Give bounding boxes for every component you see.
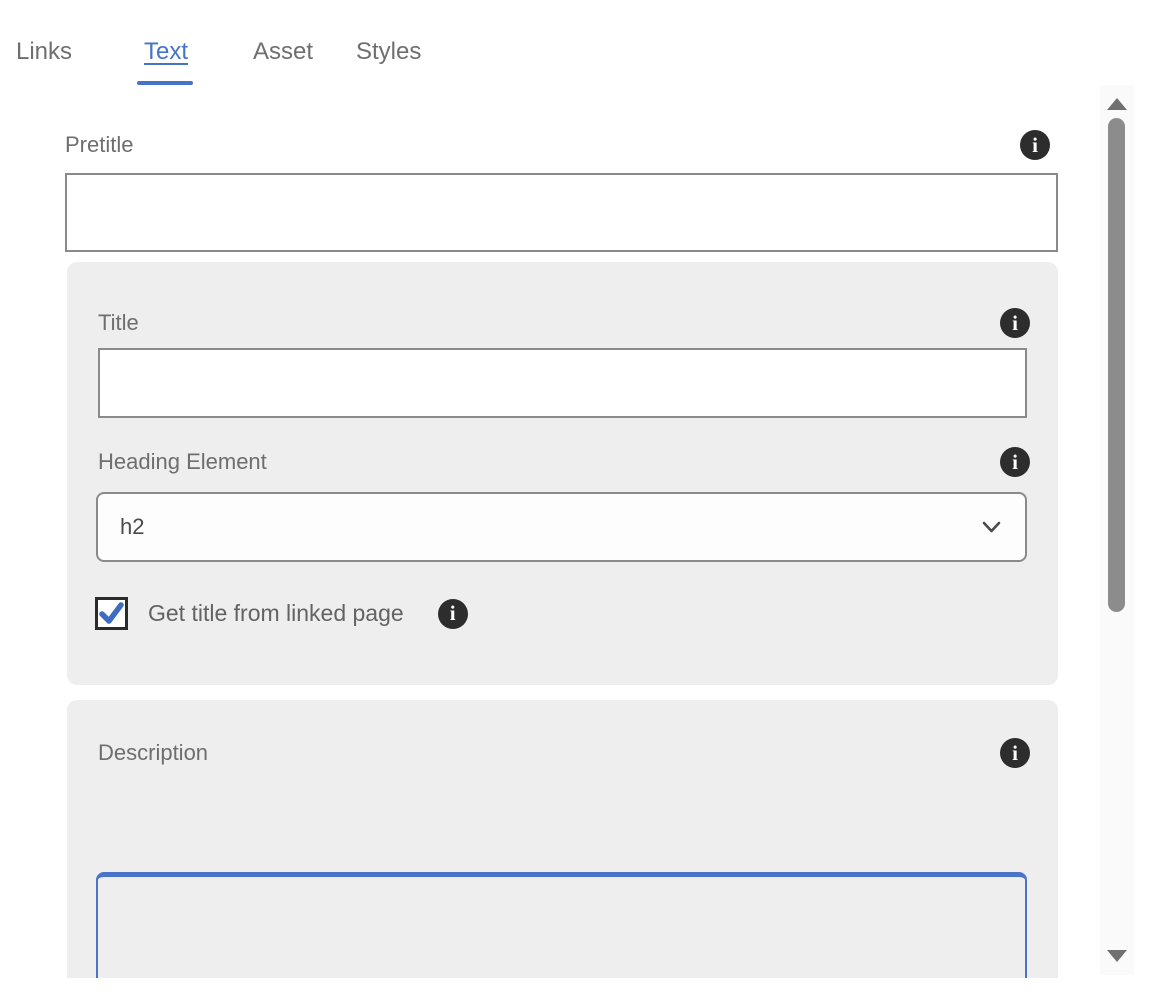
title-label: Title [98, 310, 139, 336]
pretitle-label: Pretitle [65, 132, 133, 158]
chevron-down-icon [982, 521, 1001, 534]
description-label: Description [98, 740, 208, 766]
active-tab-indicator [137, 81, 193, 85]
pretitle-field-header: Pretitle i [65, 128, 1050, 162]
title-panel: Title i Heading Element i h2 Get title f… [67, 262, 1058, 685]
heading-element-selected-value: h2 [120, 514, 144, 540]
description-field-header: Description i [98, 736, 1030, 770]
info-icon[interactable]: i [1000, 308, 1030, 338]
tab-links[interactable]: Links [16, 38, 72, 66]
info-icon[interactable]: i [1000, 738, 1030, 768]
description-panel: Description i [67, 700, 1058, 978]
title-field-header: Title i [98, 306, 1030, 340]
vertical-scrollbar[interactable] [1100, 85, 1134, 975]
tab-asset[interactable]: Asset [253, 38, 313, 66]
checkmark-icon [98, 600, 125, 627]
pretitle-input[interactable] [65, 173, 1058, 252]
heading-element-label: Heading Element [98, 449, 267, 475]
get-title-checkbox[interactable] [95, 597, 128, 630]
get-title-checkbox-row: Get title from linked page i [95, 597, 468, 630]
title-input[interactable] [98, 348, 1027, 418]
info-icon[interactable]: i [1000, 447, 1030, 477]
tab-styles[interactable]: Styles [356, 38, 421, 66]
info-icon[interactable]: i [438, 599, 468, 629]
description-textarea[interactable] [96, 872, 1027, 978]
info-icon[interactable]: i [1020, 130, 1050, 160]
tab-text[interactable]: Text [144, 38, 188, 66]
tab-bar: Links Text Asset Styles [0, 0, 1158, 95]
get-title-checkbox-label[interactable]: Get title from linked page [148, 600, 404, 627]
heading-element-field-header: Heading Element i [98, 445, 1030, 479]
scroll-up-icon[interactable] [1107, 98, 1127, 110]
scrollbar-thumb[interactable] [1108, 118, 1125, 612]
scroll-down-icon[interactable] [1107, 950, 1127, 962]
heading-element-select[interactable]: h2 [96, 492, 1027, 562]
